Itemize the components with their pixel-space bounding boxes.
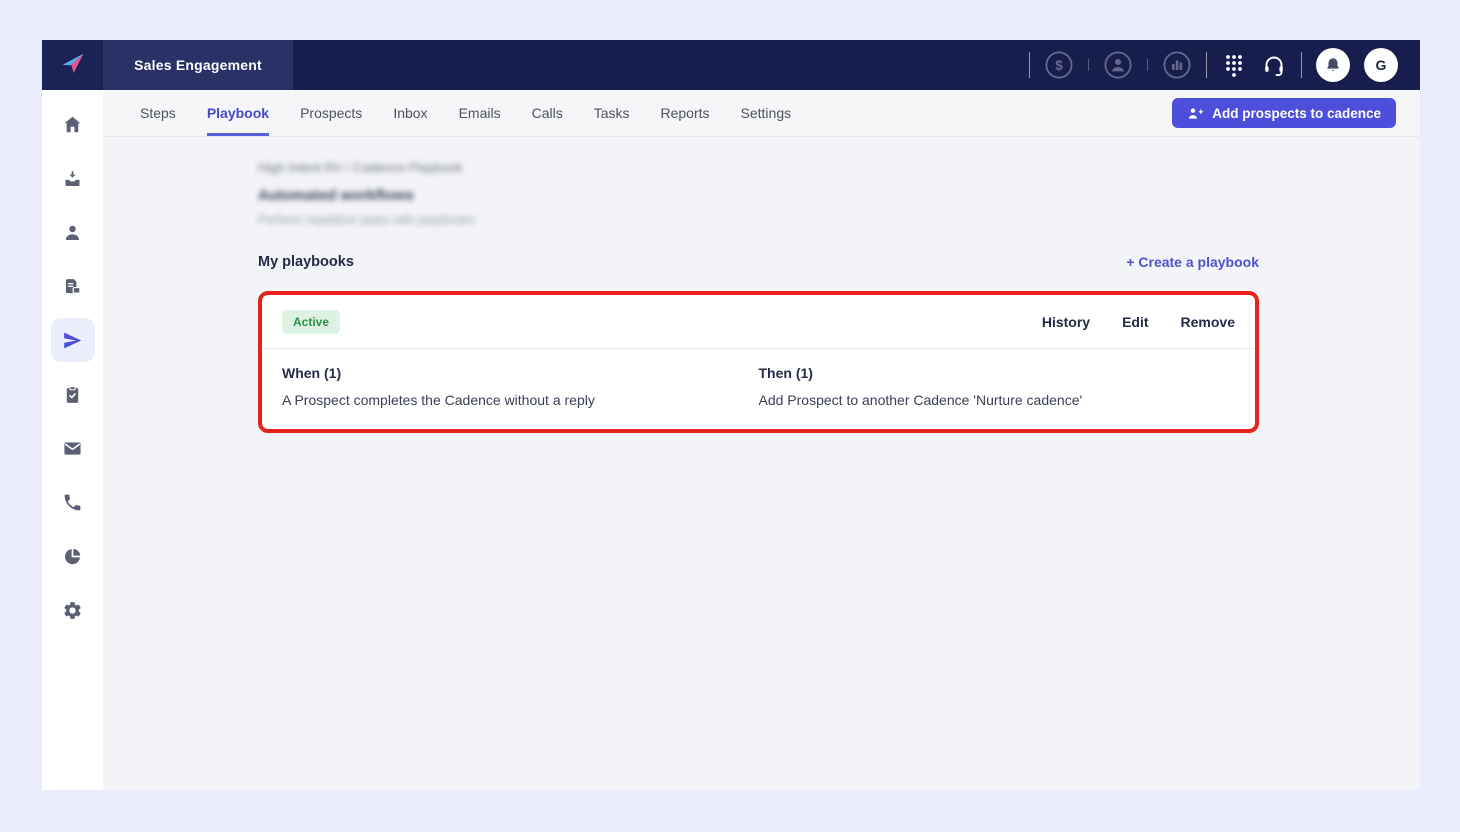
app-window: Sales Engagement $ bbox=[42, 40, 1420, 790]
sidebar-item-cadences[interactable] bbox=[51, 318, 95, 362]
status-badge: Active bbox=[282, 310, 340, 334]
gear-icon bbox=[62, 600, 83, 621]
paper-plane-logo-icon bbox=[59, 49, 87, 82]
tab-tasks[interactable]: Tasks bbox=[594, 90, 630, 136]
tab-settings[interactable]: Settings bbox=[741, 90, 792, 136]
when-label: When (1) bbox=[282, 365, 759, 381]
tab-playbook[interactable]: Playbook bbox=[207, 90, 269, 136]
divider bbox=[1147, 59, 1148, 71]
tab-inbox[interactable]: Inbox bbox=[393, 90, 427, 136]
sidebar-item-inbox-import[interactable] bbox=[51, 156, 95, 200]
edit-button[interactable]: Edit bbox=[1122, 314, 1148, 330]
divider bbox=[1029, 52, 1030, 78]
sidebar-item-settings[interactable] bbox=[51, 588, 95, 632]
playbook-card-rules: When (1) A Prospect completes the Cadenc… bbox=[262, 349, 1255, 429]
bell-icon bbox=[1324, 56, 1342, 74]
then-value: Add Prospect to another Cadence 'Nurture… bbox=[759, 392, 1236, 408]
tab-emails[interactable]: Emails bbox=[459, 90, 501, 136]
when-column: When (1) A Prospect completes the Cadenc… bbox=[282, 365, 759, 408]
tab-reports[interactable]: Reports bbox=[661, 90, 710, 136]
app-body: Steps Playbook Prospects Inbox Emails Ca… bbox=[42, 90, 1420, 790]
remove-button[interactable]: Remove bbox=[1181, 314, 1235, 330]
playbook-card-highlighted: Active History Edit Remove When (1) bbox=[258, 291, 1259, 433]
user-avatar[interactable]: G bbox=[1364, 48, 1398, 82]
topbar-actions: $ bbox=[1029, 40, 1420, 90]
playbook-card-header: Active History Edit Remove bbox=[262, 295, 1255, 348]
sidebar-item-emails[interactable] bbox=[51, 426, 95, 470]
history-button[interactable]: History bbox=[1042, 314, 1090, 330]
sidebar-item-templates[interactable] bbox=[51, 264, 95, 308]
person-icon bbox=[62, 222, 83, 243]
sidebar-item-calls[interactable] bbox=[51, 480, 95, 524]
then-label: Then (1) bbox=[759, 365, 1236, 381]
then-column: Then (1) Add Prospect to another Cadence… bbox=[759, 365, 1236, 408]
divider bbox=[1301, 52, 1302, 78]
tab-steps[interactable]: Steps bbox=[140, 90, 176, 136]
left-sidebar bbox=[42, 90, 103, 790]
sidebar-item-prospects[interactable] bbox=[51, 210, 95, 254]
phone-icon bbox=[62, 492, 83, 513]
add-prospects-button[interactable]: Add prospects to cadence bbox=[1172, 98, 1396, 128]
divider bbox=[1088, 59, 1089, 71]
page-content: High Intent RV / Cadence Playbook Automa… bbox=[103, 137, 1420, 790]
sidebar-item-reports[interactable] bbox=[51, 534, 95, 578]
document-icon bbox=[62, 276, 83, 297]
when-value: A Prospect completes the Cadence without… bbox=[282, 392, 759, 408]
divider bbox=[1206, 52, 1207, 78]
main-area: Steps Playbook Prospects Inbox Emails Ca… bbox=[103, 90, 1420, 790]
section-title: My playbooks bbox=[258, 254, 354, 270]
top-bar: Sales Engagement $ bbox=[42, 40, 1420, 90]
tab-prospects[interactable]: Prospects bbox=[300, 90, 362, 136]
page-title: Automated workflows bbox=[258, 187, 1259, 204]
dialpad-icon[interactable] bbox=[1221, 52, 1247, 78]
sidebar-item-home[interactable] bbox=[51, 102, 95, 146]
paper-plane-icon bbox=[62, 330, 83, 351]
clipboard-check-icon bbox=[62, 384, 83, 405]
inbox-import-icon bbox=[62, 168, 83, 189]
breadcrumb: High Intent RV / Cadence Playbook bbox=[258, 160, 1259, 175]
analytics-icon[interactable] bbox=[1162, 50, 1192, 80]
app-logo[interactable] bbox=[42, 40, 103, 90]
headset-icon[interactable] bbox=[1261, 52, 1287, 78]
create-playbook-link[interactable]: + Create a playbook bbox=[1126, 254, 1259, 270]
tab-calls[interactable]: Calls bbox=[532, 90, 563, 136]
app-title[interactable]: Sales Engagement bbox=[103, 40, 293, 90]
playbooks-section-header: My playbooks + Create a playbook bbox=[258, 254, 1259, 270]
notifications-bell-button[interactable] bbox=[1316, 48, 1350, 82]
sidebar-item-tasks[interactable] bbox=[51, 372, 95, 416]
page-subtitle: Perform repetitive tasks with playbooks bbox=[258, 213, 1259, 227]
playbook-card-actions: History Edit Remove bbox=[1042, 314, 1235, 330]
person-plus-icon bbox=[1187, 106, 1203, 120]
envelope-icon bbox=[62, 438, 83, 459]
svg-text:$: $ bbox=[1055, 58, 1063, 73]
pie-chart-icon bbox=[62, 546, 83, 567]
currency-icon[interactable]: $ bbox=[1044, 50, 1074, 80]
tab-bar: Steps Playbook Prospects Inbox Emails Ca… bbox=[103, 90, 1420, 137]
add-prospects-label: Add prospects to cadence bbox=[1212, 106, 1381, 121]
home-icon bbox=[62, 114, 83, 135]
desktop-background: Sales Engagement $ bbox=[0, 0, 1460, 832]
account-icon[interactable] bbox=[1103, 50, 1133, 80]
